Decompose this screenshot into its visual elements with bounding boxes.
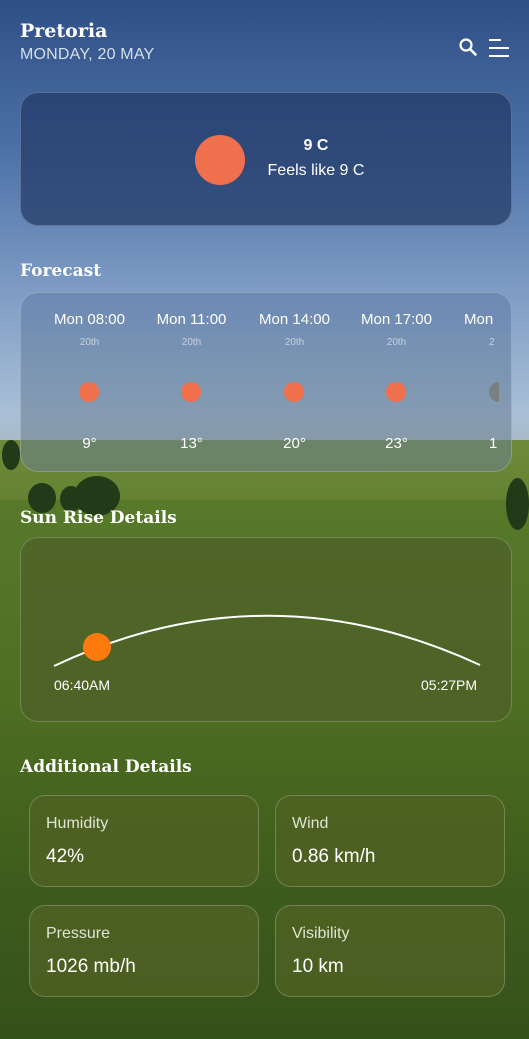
forecast-item[interactable]: Mon 11:00 20th 13° xyxy=(140,293,243,471)
forecast-temp: 13° xyxy=(180,435,203,452)
forecast-temp: 1 xyxy=(489,435,498,452)
detail-value: 42% xyxy=(46,846,85,867)
visibility-card: Visibility 10 km xyxy=(275,905,505,997)
forecast-time: Mon xyxy=(464,311,494,328)
sunset-time: 05:27PM xyxy=(421,677,478,693)
search-icon[interactable] xyxy=(458,37,478,57)
forecast-day: 2 xyxy=(489,337,495,348)
forecast-item[interactable]: Mon 14:00 20th 20° xyxy=(243,293,346,471)
header: Pretoria MONDAY, 20 MAY xyxy=(20,20,510,70)
detail-value: 10 km xyxy=(292,956,344,977)
feels-like: Feels like 9 C xyxy=(267,162,365,179)
forecast-time: Mon 17:00 xyxy=(361,311,432,328)
sun-position-marker xyxy=(83,633,111,661)
detail-label: Visibility xyxy=(292,925,350,942)
sun-icon xyxy=(181,382,201,402)
forecast-carousel[interactable]: Mon 08:00 20th 9° Mon 11:00 20th 13° Mon… xyxy=(20,292,512,472)
detail-value: 0.86 km/h xyxy=(292,846,376,867)
forecast-temp: 9° xyxy=(82,435,97,452)
current-date: MONDAY, 20 MAY xyxy=(20,46,155,63)
forecast-day: 20th xyxy=(386,337,407,348)
forecast-day: 20th xyxy=(284,337,305,348)
sun-icon xyxy=(195,135,245,185)
city-name: Pretoria xyxy=(20,20,108,42)
detail-label: Humidity xyxy=(46,815,109,832)
forecast-time: Mon 14:00 xyxy=(259,311,330,328)
wind-card: Wind 0.86 km/h xyxy=(275,795,505,887)
forecast-day: 20th xyxy=(79,337,100,348)
detail-label: Wind xyxy=(292,815,329,832)
sun-icon xyxy=(284,382,304,402)
forecast-time: Mon 08:00 xyxy=(54,311,125,328)
pressure-card: Pressure 1026 mb/h xyxy=(29,905,259,997)
forecast-item[interactable]: Mon 08:00 20th 9° xyxy=(38,293,141,471)
detail-label: Pressure xyxy=(46,925,111,942)
additional-details-title: Additional Details xyxy=(20,757,192,777)
menu-icon[interactable] xyxy=(488,37,510,59)
weather-icon xyxy=(489,382,499,402)
detail-value: 1026 mb/h xyxy=(46,956,136,977)
humidity-card: Humidity 42% xyxy=(29,795,259,887)
forecast-day: 20th xyxy=(181,337,202,348)
sunrise-title: Sun Rise Details xyxy=(20,508,177,528)
sun-icon xyxy=(79,382,99,402)
sunrise-card: 06:40AM 05:27PM xyxy=(20,537,512,722)
forecast-title: Forecast xyxy=(20,261,102,281)
forecast-item[interactable]: Mon 17:00 20th 23° xyxy=(345,293,448,471)
sun-icon xyxy=(386,382,406,402)
current-temperature: 9 C xyxy=(303,137,329,154)
forecast-temp: 20° xyxy=(283,435,306,452)
sunrise-time: 06:40AM xyxy=(54,677,111,693)
forecast-temp: 23° xyxy=(385,435,408,452)
forecast-time: Mon 11:00 xyxy=(156,311,227,328)
sun-arc xyxy=(53,614,481,667)
forecast-item-partial[interactable]: Mon 2 1 xyxy=(464,293,511,471)
current-weather-card: 9 C Feels like 9 C xyxy=(20,92,512,226)
